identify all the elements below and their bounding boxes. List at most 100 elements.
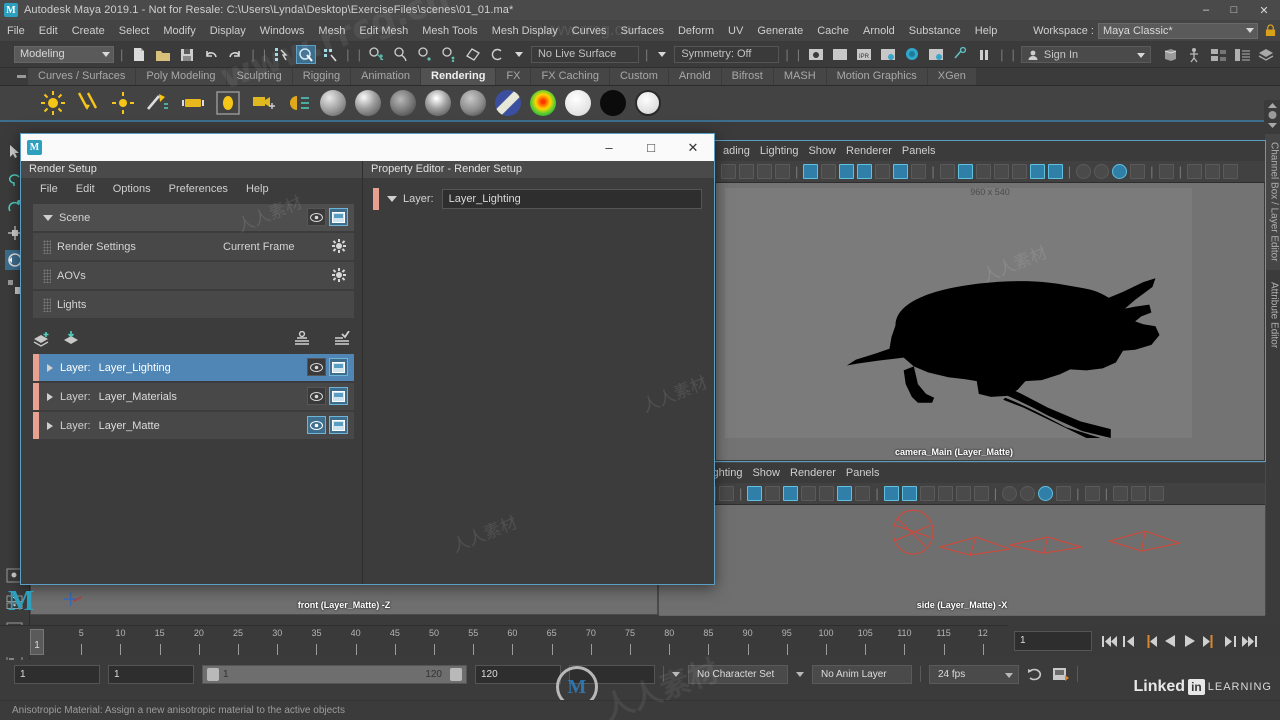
shelf-tab-bifrost[interactable]: Bifrost	[721, 68, 774, 85]
light-linking-icon[interactable]	[950, 45, 970, 64]
snap-curve-icon[interactable]	[391, 45, 411, 64]
image-plane-icon[interactable]	[837, 486, 853, 501]
volume-light-icon[interactable]	[180, 90, 206, 116]
shadows-icon[interactable]	[1002, 486, 1018, 501]
use-background-icon[interactable]	[600, 90, 626, 116]
tree-row-aovs[interactable]: AOVs	[33, 262, 354, 289]
step-back-key-icon[interactable]	[1121, 632, 1138, 650]
snap-view-plane-icon[interactable]	[463, 45, 483, 64]
layer-row-matte[interactable]: Layer: Layer_Matte	[33, 412, 354, 439]
toggle-model-panel-icon[interactable]	[1160, 45, 1180, 64]
eye-icon[interactable]	[307, 208, 326, 226]
current-frame-field[interactable]: 1	[1014, 631, 1092, 651]
anim-layer-dropdown[interactable]: No Anim Layer	[812, 664, 912, 684]
grid-toggle-icon[interactable]	[803, 164, 819, 179]
move-icon[interactable]	[719, 486, 734, 501]
panel-tearoff-icon[interactable]	[1204, 164, 1220, 179]
pause-render-icon[interactable]	[974, 45, 994, 64]
viewport-menu-panels[interactable]: Panels	[902, 145, 936, 157]
character-set-dropdown[interactable]: No Character Set	[688, 664, 788, 684]
area-light-icon[interactable]	[145, 90, 171, 116]
menu-item-file[interactable]: File	[0, 20, 32, 42]
film-origin-icon[interactable]	[819, 486, 835, 501]
live-surface-field[interactable]: No Live Surface	[530, 46, 639, 63]
ipr-render-icon[interactable]: IPR	[854, 45, 874, 64]
use-default-lighting-icon[interactable]	[1029, 164, 1045, 179]
undo-icon[interactable]	[201, 45, 221, 64]
open-scene-icon[interactable]	[153, 45, 173, 64]
panel-tearoff-icon[interactable]	[1130, 486, 1146, 501]
use-default-lighting-icon[interactable]	[973, 486, 989, 501]
hud-text-icon[interactable]	[911, 164, 927, 179]
render-setup-tab-header[interactable]: Render Setup	[21, 161, 362, 178]
menu-item-mesh-display[interactable]: Mesh Display	[485, 20, 565, 42]
motion-blur-icon[interactable]	[1056, 486, 1072, 501]
viewport-menu-panels[interactable]: Panels	[846, 467, 880, 479]
chevron-right-icon[interactable]	[47, 363, 53, 372]
layer-row-materials[interactable]: Layer: Layer_Materials	[33, 383, 354, 410]
snap-projected-center-icon[interactable]	[439, 45, 459, 64]
render-settings-icon[interactable]	[878, 45, 898, 64]
shadows-icon[interactable]	[1076, 164, 1092, 179]
chevron-down-icon[interactable]	[43, 214, 53, 221]
snap-grid-icon[interactable]	[367, 45, 387, 64]
grid-toggle-icon[interactable]	[747, 486, 763, 501]
film-origin-icon[interactable]	[875, 164, 891, 179]
tree-row-scene[interactable]: Scene	[33, 204, 354, 231]
drag-handle-icon[interactable]	[43, 297, 51, 312]
shelf-tab-rendering[interactable]: Rendering	[421, 68, 497, 85]
gear-icon[interactable]	[332, 268, 346, 282]
resolution-gate-icon[interactable]	[783, 486, 799, 501]
anti-alias-icon[interactable]	[1112, 164, 1128, 179]
lock-icon[interactable]	[1265, 24, 1276, 37]
smooth-shading-icon[interactable]	[957, 164, 973, 179]
chevron-right-icon[interactable]	[47, 421, 53, 430]
render-setup-close-button[interactable]: ✕	[672, 134, 714, 161]
render-setup-maximize-button[interactable]: □	[630, 134, 672, 161]
lasso-icon[interactable]	[739, 164, 754, 179]
new-scene-icon[interactable]	[129, 45, 149, 64]
wireframe-shading-icon[interactable]	[939, 164, 955, 179]
shelf-tab-arnold[interactable]: Arnold	[668, 68, 722, 85]
menu-item-mesh[interactable]: Mesh	[311, 20, 352, 42]
step-forward-key-icon[interactable]	[1221, 632, 1238, 650]
layered-shader-icon[interactable]	[495, 90, 521, 116]
playback-end-field[interactable]: 120	[475, 664, 561, 684]
menu-item-select[interactable]: Select	[112, 20, 157, 42]
move-icon[interactable]	[775, 164, 790, 179]
redo-icon[interactable]	[225, 45, 245, 64]
save-scene-icon[interactable]	[177, 45, 197, 64]
render-view-icon[interactable]	[926, 45, 946, 64]
step-back-frame-icon[interactable]	[1141, 632, 1158, 650]
shelf-tab-fx-caching[interactable]: FX Caching	[531, 68, 610, 85]
render-current-frame-icon[interactable]	[806, 45, 826, 64]
eye-icon[interactable]	[307, 358, 326, 376]
isolate-select-icon[interactable]	[1158, 164, 1174, 179]
menu-item-edit[interactable]: Edit	[32, 20, 65, 42]
shelf-tab-rigging[interactable]: Rigging	[292, 68, 352, 85]
directional-light-icon[interactable]	[75, 90, 101, 116]
play-backwards-icon[interactable]	[1161, 632, 1178, 650]
range-slider[interactable]: 1 120	[202, 664, 467, 684]
menu-set-dropdown[interactable]: Modeling	[14, 46, 114, 63]
render-layer-icon[interactable]	[329, 416, 348, 434]
blinn-material-icon[interactable]	[355, 90, 381, 116]
toggle-attribute-editor-icon[interactable]	[1208, 45, 1228, 64]
render-layer-icon[interactable]	[329, 387, 348, 405]
drag-handle-icon[interactable]	[43, 268, 51, 283]
chevron-down-icon[interactable]	[387, 196, 397, 202]
anti-alias-icon[interactable]	[1038, 486, 1054, 501]
phong-e-material-icon[interactable]	[425, 90, 451, 116]
lambert-material-icon[interactable]	[320, 90, 346, 116]
shelf-tab-curves-surfaces[interactable]: Curves / Surfaces	[28, 68, 137, 85]
tab-channel-box-layer-editor[interactable]: Channel Box / Layer Editor	[1264, 134, 1280, 270]
tree-row-render-settings[interactable]: Render Settings Current Frame	[33, 233, 354, 260]
range-end-handle[interactable]	[450, 667, 462, 681]
menu-item-edit-mesh[interactable]: Edit Mesh	[352, 20, 415, 42]
eye-icon[interactable]	[307, 387, 326, 405]
go-to-start-icon[interactable]	[1101, 632, 1118, 650]
import-render-layer-icon[interactable]	[63, 331, 81, 347]
menu-item-uv[interactable]: UV	[721, 20, 750, 42]
auto-keyframe-icon[interactable]	[1027, 667, 1044, 682]
rs-menu-file[interactable]: File	[31, 178, 67, 200]
